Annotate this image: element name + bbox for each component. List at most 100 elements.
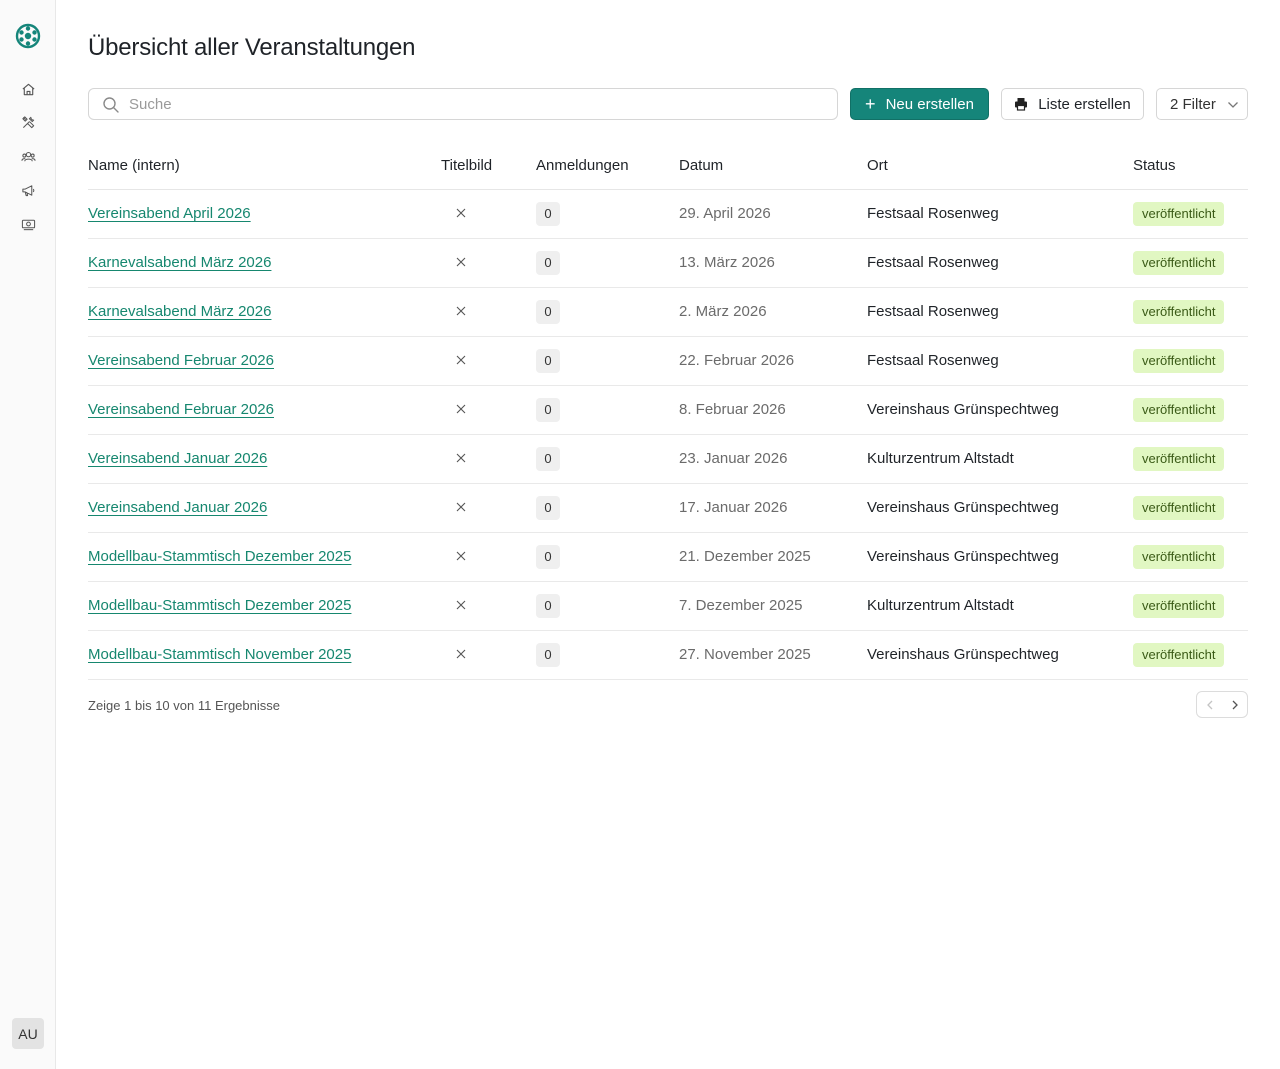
pagination-summary: Zeige 1 bis 10 von 11 Ergebnisse: [88, 698, 280, 713]
event-name-link[interactable]: Karnevalsabend März 2026: [88, 254, 271, 271]
event-name-link[interactable]: Vereinsabend Januar 2026: [88, 450, 267, 467]
next-page-button[interactable]: [1222, 692, 1247, 717]
print-list-label: Liste erstellen: [1038, 95, 1131, 113]
create-button-label: Neu erstellen: [885, 95, 974, 113]
cell-ort: Festsaal Rosenweg: [867, 336, 1133, 386]
cell-status: veröffentlicht: [1133, 238, 1248, 288]
cell-datum: 7. Dezember 2025: [679, 581, 867, 631]
cell-anmeldungen: 0: [536, 483, 679, 533]
no-image-icon: [456, 257, 466, 267]
users-icon: [20, 151, 36, 161]
no-image-icon: [456, 600, 466, 610]
registrations-count: 0: [536, 299, 560, 324]
event-name-link[interactable]: Modellbau-Stammtisch Dezember 2025: [88, 597, 351, 614]
user-avatar[interactable]: AU: [12, 1018, 44, 1049]
cell-ort: Kulturzentrum Altstadt: [867, 581, 1133, 631]
table-row[interactable]: Vereinsabend April 2026 0 29. April 2026 Fe…: [88, 189, 1248, 239]
cell-anmeldungen: 0: [536, 287, 679, 337]
no-image-icon: [456, 502, 466, 512]
status-badge: veröffentlicht: [1133, 446, 1225, 471]
cell-anmeldungen: 0: [536, 238, 679, 288]
nav-tools[interactable]: [16, 110, 40, 134]
club-logo-icon[interactable]: [15, 23, 41, 49]
page-title: Übersicht aller Veranstaltungen: [88, 34, 416, 61]
nav-home[interactable]: [16, 77, 40, 101]
pagination: [1196, 691, 1248, 718]
column-header-name[interactable]: Name (intern): [88, 142, 441, 190]
no-image-icon: [456, 355, 466, 365]
event-name-link[interactable]: Vereinsabend April 2026: [88, 205, 251, 222]
event-name-link[interactable]: Karnevalsabend März 2026: [88, 303, 271, 320]
table-row[interactable]: Vereinsabend Februar 2026 0 22. Februar 20…: [88, 336, 1248, 386]
previous-page-button[interactable]: [1197, 692, 1222, 717]
table-row[interactable]: Modellbau-Stammtisch Dezember 2025 0 21. D…: [88, 532, 1248, 582]
table-row[interactable]: Modellbau-Stammtisch Dezember 2025 0 7. De…: [88, 581, 1248, 631]
table-row[interactable]: Karnevalsabend März 2026 0 2. März 2026 Fes…: [88, 287, 1248, 337]
cell-datum: 21. Dezember 2025: [679, 532, 867, 582]
registrations-count: 0: [536, 642, 560, 667]
money-icon: [21, 219, 35, 230]
cell-anmeldungen: 0: [536, 581, 679, 631]
registrations-count: 0: [536, 397, 560, 422]
filter-dropdown[interactable]: 2 Filter: [1156, 88, 1248, 120]
sidebar: AU: [0, 0, 56, 1069]
cell-name: Karnevalsabend März 2026: [88, 287, 441, 337]
table-row[interactable]: Vereinsabend Januar 2026 0 23. Januar 2026…: [88, 434, 1248, 484]
cell-ort: Vereinshaus Grünspechtweg: [867, 483, 1133, 533]
cell-datum: 22. Februar 2026: [679, 336, 867, 386]
cell-anmeldungen: 0: [536, 434, 679, 484]
table-row[interactable]: Vereinsabend Februar 2026 0 8. Februar 202…: [88, 385, 1248, 435]
registrations-count: 0: [536, 593, 560, 618]
nav-members[interactable]: [16, 144, 40, 168]
cell-status: veröffentlicht: [1133, 483, 1248, 533]
cell-status: veröffentlicht: [1133, 336, 1248, 386]
event-name-link[interactable]: Modellbau-Stammtisch Dezember 2025: [88, 548, 351, 565]
cell-titelbild: [441, 532, 536, 582]
event-name-link[interactable]: Vereinsabend Januar 2026: [88, 499, 267, 516]
cell-ort: Festsaal Rosenweg: [867, 287, 1133, 337]
cell-ort: Festsaal Rosenweg: [867, 238, 1133, 288]
cell-datum: 17. Januar 2026: [679, 483, 867, 533]
plus-icon: +: [865, 94, 876, 114]
nav-announcements[interactable]: [16, 178, 40, 202]
cell-name: Modellbau-Stammtisch Dezember 2025: [88, 532, 441, 582]
cell-datum: 2. März 2026: [679, 287, 867, 337]
table-row[interactable]: Modellbau-Stammtisch November 2025 0 27. N…: [88, 630, 1248, 680]
event-name-link[interactable]: Vereinsabend Februar 2026: [88, 352, 274, 369]
column-header-datum[interactable]: Datum: [679, 142, 867, 190]
status-badge: veröffentlicht: [1133, 593, 1225, 618]
cell-datum: 23. Januar 2026: [679, 434, 867, 484]
column-header-anmeldungen[interactable]: Anmeldungen: [536, 142, 679, 190]
printer-icon: [1015, 98, 1028, 111]
table-row[interactable]: Vereinsabend Januar 2026 0 17. Januar 2026…: [88, 483, 1248, 533]
event-name-link[interactable]: Vereinsabend Februar 2026: [88, 401, 274, 418]
print-list-button[interactable]: Liste erstellen: [1001, 88, 1144, 120]
create-button[interactable]: + Neu erstellen: [850, 88, 989, 120]
megaphone-icon: [21, 184, 34, 196]
cell-name: Modellbau-Stammtisch Dezember 2025: [88, 581, 441, 631]
cell-titelbild: [441, 287, 536, 337]
column-header-status[interactable]: Status: [1133, 142, 1248, 190]
no-image-icon: [456, 649, 466, 659]
registrations-count: 0: [536, 201, 560, 226]
cell-titelbild: [441, 483, 536, 533]
cell-ort: Vereinshaus Grünspechtweg: [867, 385, 1133, 435]
column-header-ort[interactable]: Ort: [867, 142, 1133, 190]
cell-datum: 29. April 2026: [679, 189, 867, 239]
search-input[interactable]: [89, 89, 837, 119]
cell-status: veröffentlicht: [1133, 287, 1248, 337]
cell-titelbild: [441, 581, 536, 631]
table-row[interactable]: Karnevalsabend März 2026 0 13. März 2026 Fe…: [88, 238, 1248, 288]
nav-finances[interactable]: [16, 212, 40, 236]
status-badge: veröffentlicht: [1133, 495, 1225, 520]
event-name-link[interactable]: Modellbau-Stammtisch November 2025: [88, 646, 351, 663]
chevron-down-icon: [1228, 102, 1238, 108]
status-badge: veröffentlicht: [1133, 642, 1225, 667]
cell-status: veröffentlicht: [1133, 532, 1248, 582]
cell-titelbild: [441, 630, 536, 680]
cell-ort: Festsaal Rosenweg: [867, 189, 1133, 239]
cell-titelbild: [441, 434, 536, 484]
cell-titelbild: [441, 238, 536, 288]
table-header-row: Name (intern) Titelbild Anmeldungen Datu…: [88, 142, 1248, 190]
cell-name: Modellbau-Stammtisch November 2025: [88, 630, 441, 680]
